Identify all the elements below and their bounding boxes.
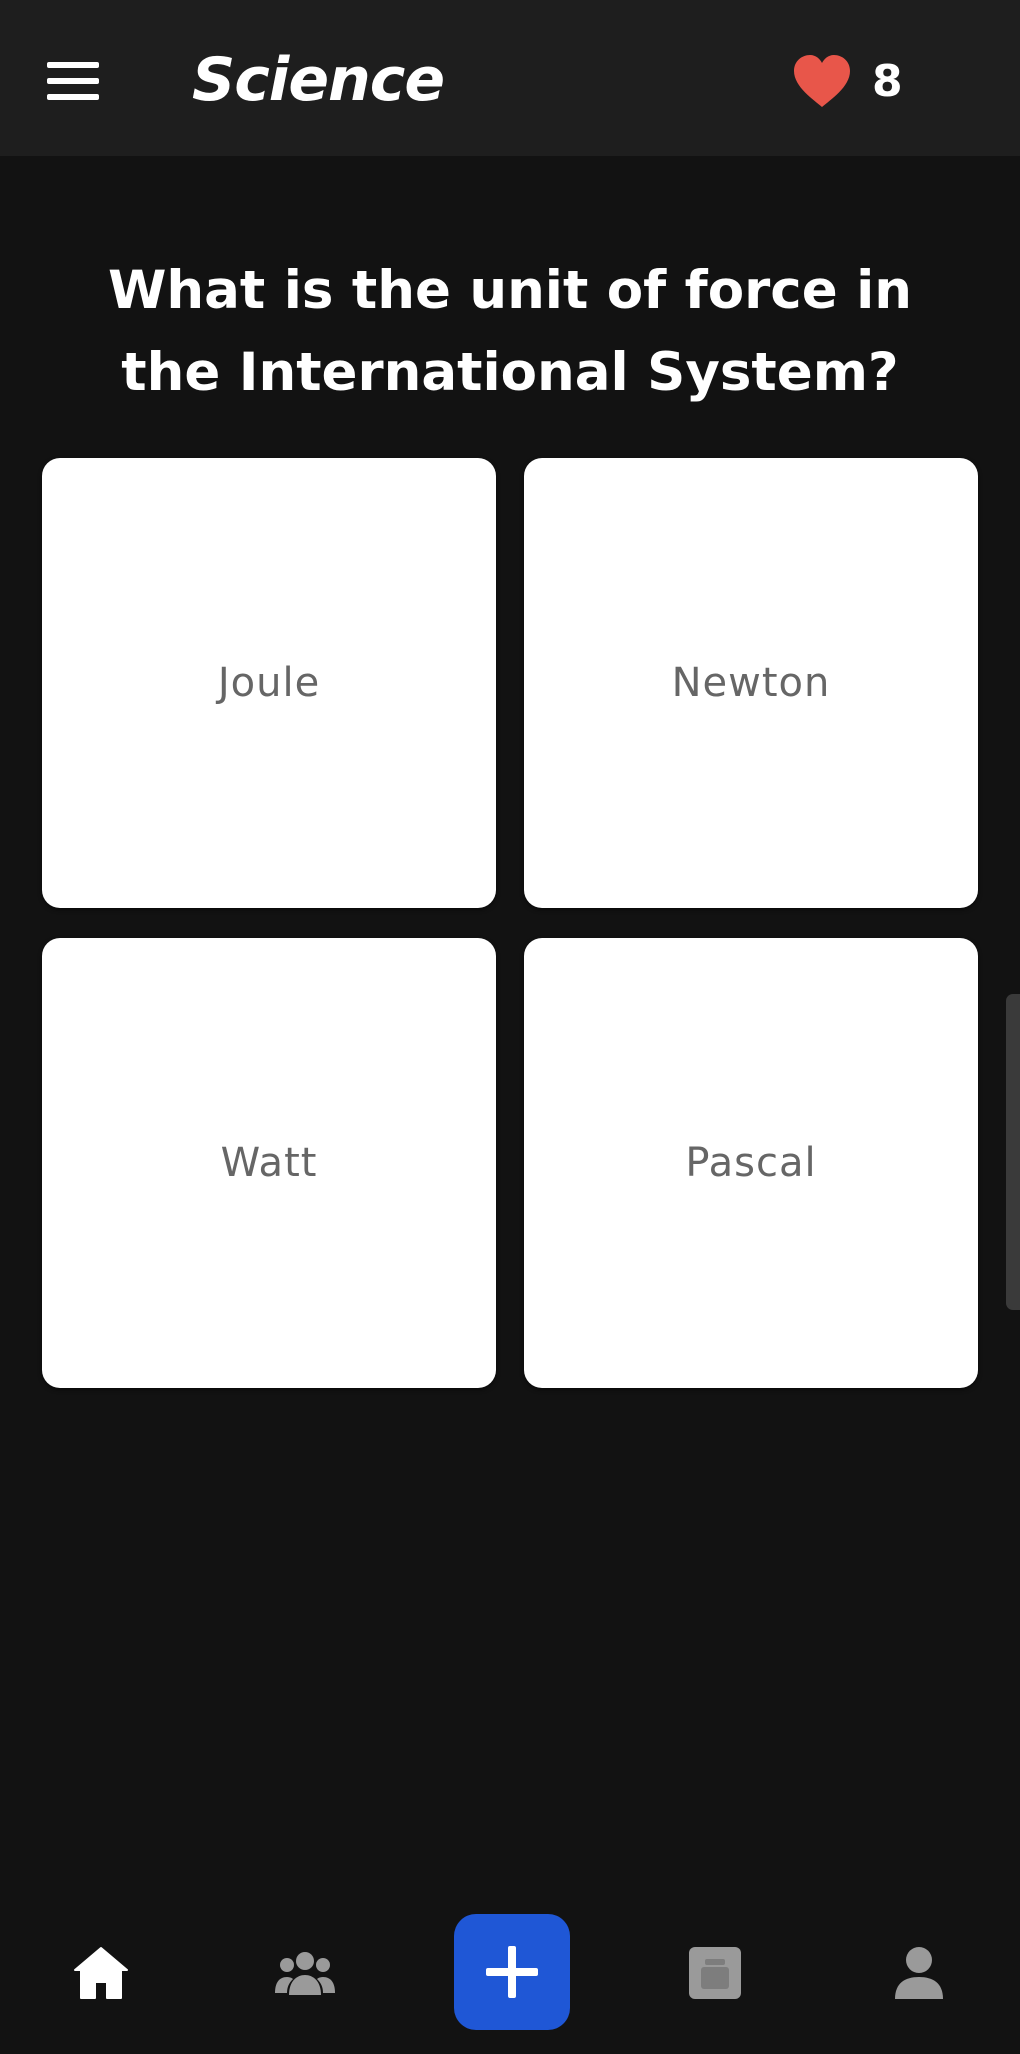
app-bar: Science 8 — [0, 0, 1020, 156]
scrollbar[interactable] — [1006, 994, 1020, 1310]
group-icon — [275, 1952, 335, 1995]
answer-label: Watt — [220, 1140, 318, 1186]
answer-option-newton[interactable]: Newton — [524, 458, 978, 908]
add-icon — [486, 1946, 538, 1998]
nav-home[interactable] — [56, 1928, 146, 2018]
menu-button[interactable] — [42, 50, 104, 112]
answer-label: Newton — [671, 660, 831, 706]
nav-community[interactable] — [260, 1928, 350, 2018]
hamburger-menu-icon — [47, 62, 99, 100]
answer-option-pascal[interactable]: Pascal — [524, 938, 978, 1388]
home-icon — [74, 1947, 128, 1999]
lives-indicator: 8 — [792, 48, 903, 114]
library-icon — [689, 1947, 741, 1999]
answer-option-joule[interactable]: Joule — [42, 458, 496, 908]
nav-add-button[interactable] — [454, 1914, 570, 2030]
answer-grid: Joule Newton Watt Pascal — [42, 458, 978, 1392]
profile-icon — [895, 1947, 943, 1999]
page-title: Science — [192, 45, 445, 115]
answer-label: Joule — [217, 660, 321, 706]
nav-library[interactable] — [670, 1928, 760, 2018]
heart-icon — [794, 55, 850, 107]
question-text: What is the unit of force in the Interna… — [107, 260, 913, 403]
answer-option-watt[interactable]: Watt — [42, 938, 496, 1388]
lives-count: 8 — [872, 55, 903, 107]
nav-profile[interactable] — [874, 1928, 964, 2018]
answer-label: Pascal — [685, 1140, 817, 1186]
